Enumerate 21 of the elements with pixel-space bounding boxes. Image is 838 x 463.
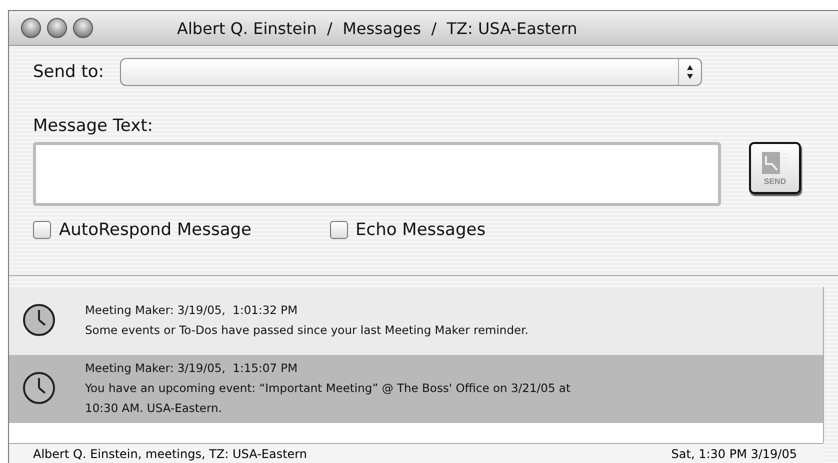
message-header: Meeting Maker: 3/19/05, 1:01:32 PM [85,302,299,319]
message-body: Some events or To-Dos have passed since your last Meeting Maker reminder. [85,322,530,339]
message-row[interactable]: Meeting Maker: 3/19/05, 1:01:32 PM Some events or To-Dos have passed since your last Meeting Maker reminder. [9,287,823,355]
status-date: Sat, 1:30 PM 3/19/05 [671,447,797,463]
checkbox-option[interactable]: AutoRespond Message [33,220,252,240]
checkbox-option[interactable]: Echo Messages [330,220,486,240]
send-to-dropdown[interactable] [120,58,702,86]
window-control-icon[interactable] [73,18,93,38]
send-to-label: Send to: [33,62,104,82]
status-text: Albert Q. Einstein, meetings, TZ: USA-Eastern [33,447,308,463]
send-document-icon [760,150,790,176]
message-header: Meeting Maker: 3/19/05, 1:15:07 PM [85,360,299,377]
window-control-icon[interactable] [21,18,41,38]
message-body: You have an upcoming event: “Important Meeting” @ The Boss' Office on 3/21/05 at 10:30 AM. USA-Eastern. [85,380,572,417]
window-control-icon[interactable] [47,18,67,38]
clock-icon [21,370,57,406]
clock-icon [21,302,57,338]
message-row[interactable]: Meeting Maker: 3/19/05, 1:15:07 PM You have an upcoming event: “Important Meeting” @ The Boss' Office on 3/21/05 at 10:30 AM. USA-Eastern. [9,355,823,423]
message-text-label: Message Text: [33,116,154,136]
window-title: Albert Q. Einstein / Messages / TZ: USA-Eastern [177,18,578,38]
message-text-field[interactable] [33,142,721,206]
